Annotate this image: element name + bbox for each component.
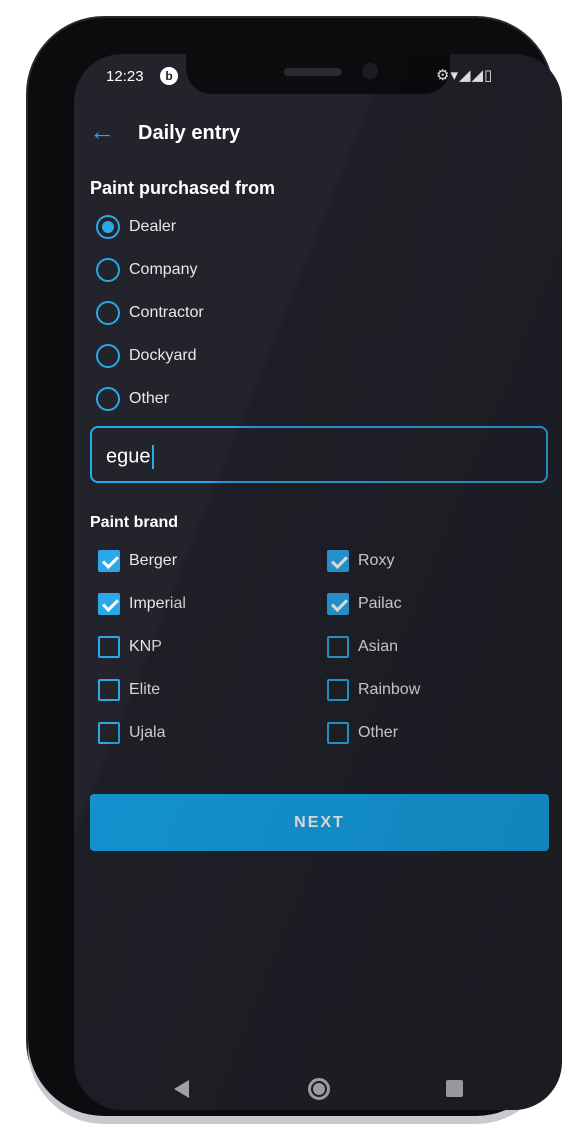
- radio-button-icon[interactable]: [96, 215, 120, 239]
- radio-dealer[interactable]: Dealer: [96, 212, 176, 242]
- checkbox-ujala[interactable]: Ujala: [98, 718, 165, 748]
- radio-button-icon[interactable]: [96, 258, 120, 282]
- phone-frame: 12:23 b ⚙▾◢◢▯ ← Daily entry Paint purcha…: [28, 18, 562, 1116]
- radio-other[interactable]: Other: [96, 384, 169, 414]
- radio-label: Dockyard: [129, 347, 197, 364]
- radio-company[interactable]: Company: [96, 255, 197, 285]
- checkbox-icon[interactable]: [98, 636, 120, 658]
- radio-button-icon[interactable]: [96, 301, 120, 325]
- screen: 12:23 b ⚙▾◢◢▯ ← Daily entry Paint purcha…: [74, 54, 562, 1110]
- nav-home-icon[interactable]: [308, 1078, 330, 1100]
- notch: [186, 54, 450, 94]
- checkbox-icon[interactable]: [327, 679, 349, 701]
- checkbox-imperial[interactable]: Imperial: [98, 589, 186, 619]
- checkbox-icon[interactable]: [327, 593, 349, 615]
- camera-icon: [362, 63, 378, 79]
- radio-dockyard[interactable]: Dockyard: [96, 341, 197, 371]
- arrow-left-icon[interactable]: ←: [89, 118, 115, 144]
- checkbox-elite[interactable]: Elite: [98, 675, 160, 705]
- purchase-section-title: Paint purchased from: [90, 178, 276, 198]
- checkbox-icon[interactable]: [98, 593, 120, 615]
- radio-label: Contractor: [129, 304, 204, 321]
- checkbox-label: Pailac: [358, 595, 402, 612]
- checkbox-label: Roxy: [358, 552, 395, 569]
- radio-label: Other: [129, 390, 170, 407]
- system-nav-bar: [74, 1072, 562, 1110]
- checkbox-label: Other: [358, 724, 399, 741]
- checkbox-rainbow[interactable]: Rainbow: [327, 675, 420, 705]
- checkbox-pailac[interactable]: Pailac: [327, 589, 402, 619]
- checkbox-icon[interactable]: [327, 636, 349, 658]
- checkbox-icon[interactable]: [327, 722, 349, 744]
- checkbox-label: Imperial: [129, 595, 186, 612]
- checkbox-other[interactable]: Other: [327, 718, 398, 748]
- checkbox-icon[interactable]: [98, 550, 120, 572]
- app-status-icon: b: [160, 67, 178, 85]
- status-icons: ⚙▾◢◢▯: [436, 67, 494, 84]
- app-bar: ← Daily entry: [74, 112, 562, 156]
- checkbox-label: Asian: [358, 638, 399, 655]
- radio-button-icon[interactable]: [96, 344, 120, 368]
- next-button[interactable]: NEXT: [90, 794, 549, 851]
- radio-label: Company: [129, 261, 198, 278]
- radio-button-icon[interactable]: [96, 387, 120, 411]
- nav-recent-apps-icon[interactable]: [446, 1080, 463, 1097]
- brand-section-title: Paint brand: [90, 514, 179, 531]
- checkbox-label: Elite: [129, 681, 161, 698]
- checkbox-label: Ujala: [129, 724, 166, 741]
- speaker: [284, 68, 342, 76]
- checkbox-roxy[interactable]: Roxy: [327, 546, 394, 576]
- checkbox-label: Berger: [129, 552, 178, 569]
- radio-label: Dealer: [129, 218, 177, 235]
- text-caret: [151, 445, 154, 469]
- checkbox-icon[interactable]: [98, 679, 120, 701]
- other-source-input[interactable]: egue: [90, 426, 548, 483]
- checkbox-icon[interactable]: [327, 550, 349, 572]
- checkbox-label: KNP: [129, 638, 162, 655]
- checkbox-knp[interactable]: KNP: [98, 632, 162, 662]
- checkbox-label: Rainbow: [358, 681, 421, 698]
- page-title: Daily entry: [138, 122, 241, 144]
- nav-back-icon[interactable]: [174, 1080, 189, 1098]
- input-value: egue: [106, 445, 154, 469]
- radio-contractor[interactable]: Contractor: [96, 298, 204, 328]
- status-time: 12:23: [106, 68, 144, 85]
- checkbox-icon[interactable]: [98, 722, 120, 744]
- checkbox-berger[interactable]: Berger: [98, 546, 177, 576]
- checkbox-asian[interactable]: Asian: [327, 632, 398, 662]
